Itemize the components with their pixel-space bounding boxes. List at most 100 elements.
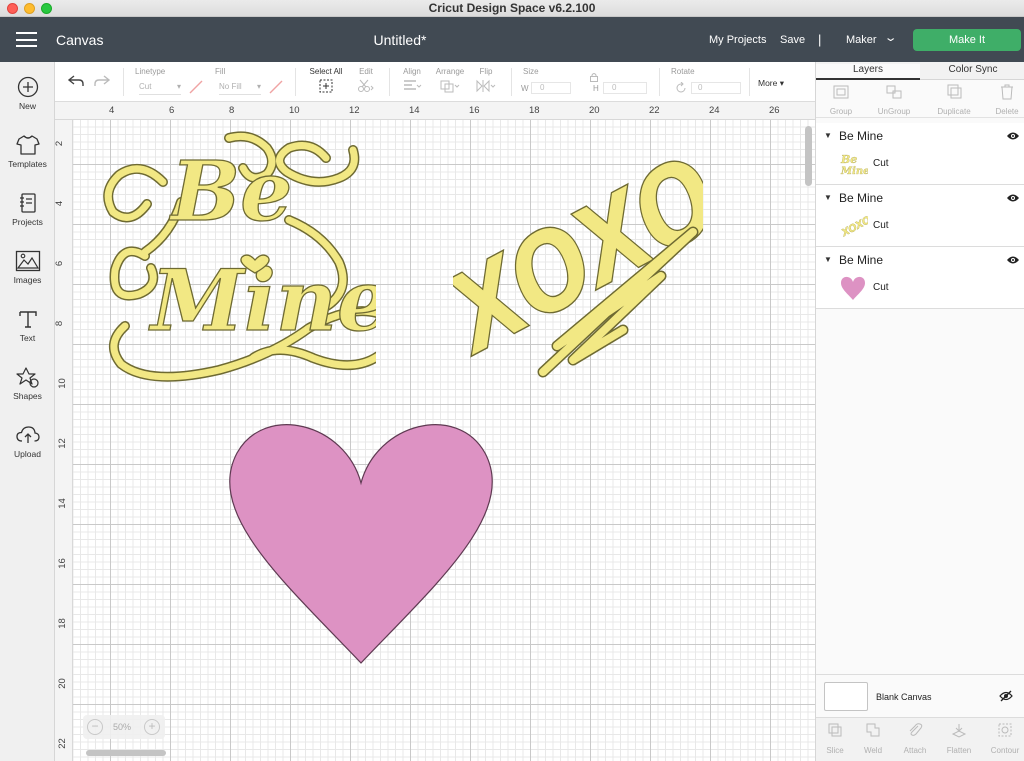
eye-icon[interactable] [1006, 193, 1020, 203]
group-label: Group [829, 107, 853, 116]
toolbar-divider [123, 68, 124, 96]
ruler-tick-label: 16 [469, 105, 480, 116]
machine-selector[interactable]: Maker [846, 34, 877, 46]
tab-layers[interactable]: Layers [816, 64, 920, 80]
select-all-icon [319, 79, 333, 93]
shapes-button[interactable]: Shapes [0, 366, 55, 416]
my-projects-link[interactable]: My Projects [709, 34, 766, 46]
align-label: Align [403, 67, 421, 76]
contour-button[interactable]: Contour [988, 722, 1022, 755]
heart-thumbnail [841, 276, 865, 300]
text-icon [18, 311, 37, 328]
fill-color-swatch[interactable] [269, 80, 283, 99]
layer-operation: Cut [873, 158, 889, 169]
slice-button[interactable]: Slice [822, 722, 848, 755]
eye-icon[interactable] [1006, 255, 1020, 265]
slice-label: Slice [826, 746, 844, 755]
design-canvas[interactable]: Be Mine XOXO [73, 120, 815, 761]
flatten-label: Flatten [946, 746, 972, 755]
chevron-down-icon[interactable]: ⌄ [884, 31, 898, 44]
select-all-button[interactable]: Select All [305, 67, 347, 93]
attach-button[interactable]: Attach [900, 722, 930, 755]
edit-toolbar: Linetype Cut ▾ Fill No Fill ▾ Select All… [55, 62, 815, 102]
delete-button[interactable]: Delete [992, 84, 1022, 116]
weld-label: Weld [863, 746, 883, 755]
ruler-vertical: 2 4 6 8 10 12 14 16 18 20 22 [54, 120, 73, 761]
weld-button[interactable]: Weld [860, 722, 886, 755]
flatten-button[interactable]: Flatten [942, 722, 976, 755]
layer-item[interactable]: ▼ Be Mine XOXO Cut [816, 185, 1024, 247]
be-mine-design[interactable]: Be Mine [101, 130, 376, 390]
horizontal-scrollbar[interactable] [86, 750, 166, 756]
ruler-tick-label: 24 [709, 105, 720, 116]
ruler-tick-label: 6 [54, 260, 66, 267]
blank-canvas-swatch[interactable] [824, 682, 868, 711]
vertical-scrollbar[interactable] [805, 126, 812, 186]
size-label: Size [523, 67, 539, 76]
flip-button[interactable]: Flip [473, 67, 499, 93]
layer-item[interactable]: ▼ Be Mine Cut [816, 247, 1024, 309]
group-button[interactable]: Group [828, 84, 854, 116]
templates-button[interactable]: Templates [0, 134, 55, 184]
collapse-arrow-icon[interactable]: ▼ [824, 131, 832, 140]
height-input[interactable]: 0 [603, 82, 647, 94]
edit-button[interactable]: Edit [351, 67, 381, 93]
ungroup-button[interactable]: UnGroup [874, 84, 914, 116]
width-input[interactable]: 0 [531, 82, 571, 94]
rotate-group: Rotate [671, 67, 711, 76]
ruler-tick-label: 12 [56, 438, 68, 449]
redo-icon[interactable] [93, 74, 111, 93]
toolbar-divider [659, 68, 660, 96]
rotate-input[interactable]: 0 [691, 82, 741, 94]
linetype-select[interactable]: Cut ▾ [139, 82, 181, 95]
text-label: Text [19, 333, 36, 343]
layer-item[interactable]: ▼ Be Mine Be Mine Cut [816, 123, 1024, 185]
images-button[interactable]: Images [0, 250, 55, 300]
new-button[interactable]: New [0, 76, 55, 126]
window-title-bar: Cricut Design Space v6.2.100 [0, 0, 1024, 17]
text-button[interactable]: Text [0, 308, 55, 358]
xoxo-thumbnail: XOXO [839, 214, 868, 239]
arrange-icon [440, 80, 460, 93]
svg-text:Mine: Mine [840, 166, 868, 177]
tab-color-sync[interactable]: Color Sync [921, 64, 1024, 75]
arrange-button[interactable]: Arrange [433, 67, 467, 93]
collapse-arrow-icon[interactable]: ▼ [824, 193, 832, 202]
collapse-arrow-icon[interactable]: ▼ [824, 255, 832, 264]
xoxo-design[interactable]: XOXO [453, 120, 703, 390]
paperclip-icon [909, 723, 923, 736]
menu-icon[interactable] [16, 32, 37, 47]
rotate-label: Rotate [671, 67, 695, 76]
contour-icon [998, 723, 1012, 737]
trash-icon [1001, 84, 1013, 100]
upload-button[interactable]: Upload [0, 424, 55, 474]
contour-label: Contour [990, 746, 1020, 755]
save-link[interactable]: Save [780, 34, 805, 46]
ungroup-label: UnGroup [877, 107, 911, 116]
make-it-button[interactable]: Make It [913, 29, 1021, 51]
window-title: Cricut Design Space v6.2.100 [428, 1, 596, 15]
duplicate-button[interactable]: Duplicate [932, 84, 976, 116]
eye-hidden-icon[interactable] [999, 690, 1013, 702]
tshirt-icon [15, 135, 40, 155]
eye-icon[interactable] [1006, 131, 1020, 141]
align-button[interactable]: Align [397, 67, 427, 93]
ruler-tick-label: 14 [409, 105, 420, 116]
document-title[interactable]: Untitled* [350, 32, 450, 48]
more-button[interactable]: More ▾ [758, 78, 784, 89]
ruler-tick-label: 6 [169, 105, 175, 116]
linetype-color-swatch[interactable] [189, 80, 203, 99]
projects-button[interactable]: Projects [0, 192, 55, 242]
select-all-label: Select All [309, 67, 343, 76]
zoom-in-button[interactable]: + [144, 719, 160, 735]
heart-design[interactable] [225, 413, 497, 665]
fill-select[interactable]: No Fill ▾ [219, 82, 261, 95]
projects-label: Projects [12, 217, 43, 227]
blank-canvas-row[interactable]: Blank Canvas [816, 674, 1024, 717]
upload-label: Upload [14, 449, 41, 459]
edit-label: Edit [359, 67, 373, 76]
zoom-out-button[interactable]: − [87, 719, 103, 735]
undo-icon[interactable] [67, 74, 85, 93]
group-icon [833, 85, 849, 99]
flip-icon [476, 79, 496, 93]
